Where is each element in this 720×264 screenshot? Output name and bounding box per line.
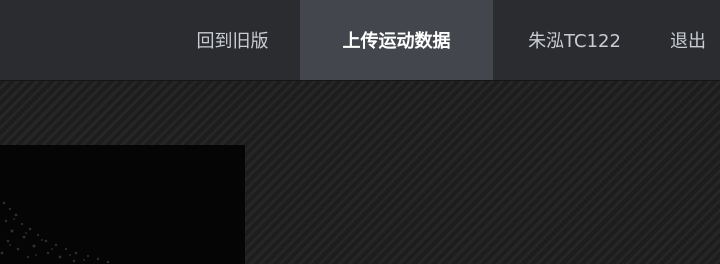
upload-sport-data-tab[interactable]: 上传运动数据 bbox=[300, 0, 493, 80]
back-to-old-version-link[interactable]: 回到旧版 bbox=[165, 0, 300, 80]
top-nav-bar: 回到旧版 上传运动数据 朱泓TC122 退出 bbox=[0, 0, 720, 80]
logout-link[interactable]: 退出 bbox=[656, 0, 720, 80]
photo-texture bbox=[0, 145, 245, 264]
user-profile-link[interactable]: 朱泓TC122 bbox=[493, 0, 656, 80]
page: 回到旧版 上传运动数据 朱泓TC122 退出 bbox=[0, 0, 720, 264]
dark-image-panel bbox=[0, 145, 245, 264]
